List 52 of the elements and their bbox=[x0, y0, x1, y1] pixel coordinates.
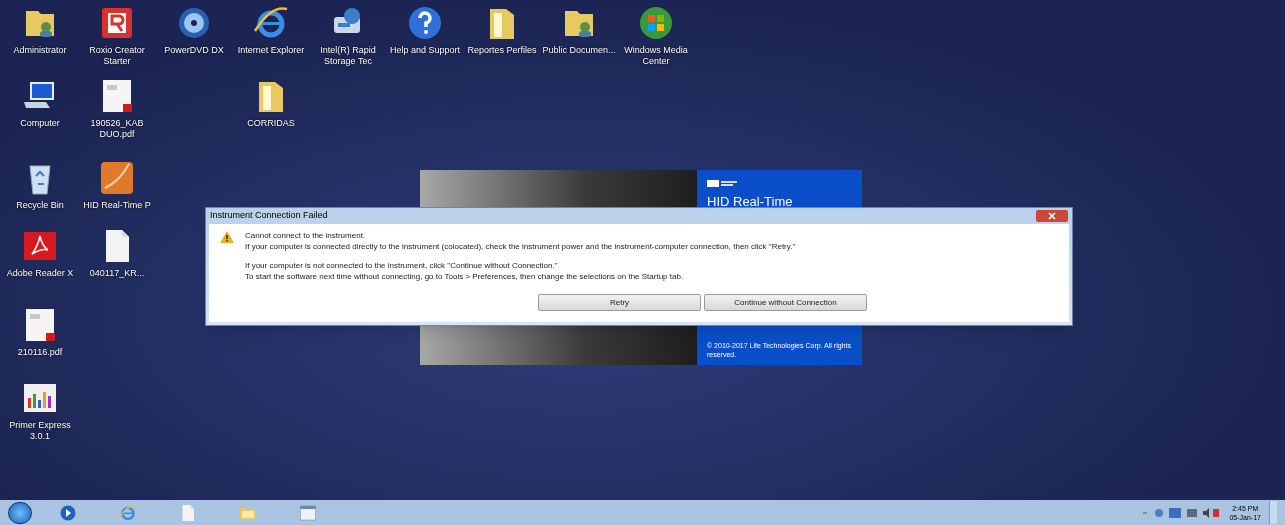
app-window-icon bbox=[298, 502, 318, 523]
desktop-shortcut[interactable]: Reportes Perfiles bbox=[464, 3, 540, 56]
message-line: To start the software next time without connecting, go to Tools > Preferences, then change the selections on the Startup tab. bbox=[245, 271, 685, 282]
desktop-shortcut[interactable]: Computer bbox=[2, 76, 78, 129]
splash-title: HID Real-Time bbox=[707, 193, 794, 211]
shortcut-label: HID Real-Time P bbox=[83, 200, 151, 211]
shortcut-label: Internet Explorer bbox=[237, 45, 305, 56]
desktop-shortcut[interactable]: PowerDVD DX bbox=[156, 3, 232, 56]
desktop-shortcut[interactable]: 190526_KAB DUO.pdf bbox=[79, 76, 155, 140]
close-button[interactable] bbox=[1036, 210, 1068, 222]
desktop-shortcut[interactable]: Internet Explorer bbox=[233, 3, 309, 56]
shortcut-label: Primer Express 3.0.1 bbox=[8, 420, 72, 442]
message-line: If your computer is not connected to the instrument, click "Continue without Connection." bbox=[245, 260, 559, 271]
dialog-title: Instrument Connection Failed bbox=[210, 209, 328, 223]
desktop-shortcut[interactable]: Help and Support bbox=[387, 3, 463, 56]
start-button[interactable] bbox=[8, 501, 32, 524]
desktop-shortcut[interactable]: CORRIDAS bbox=[233, 76, 309, 129]
desktop-shortcut[interactable]: Windows Media Center bbox=[618, 3, 694, 67]
shortcut-label: Administrator bbox=[13, 45, 67, 56]
desktop-shortcut[interactable]: Roxio Creator Starter bbox=[79, 3, 155, 67]
shortcut-label: Adobe Reader X bbox=[6, 268, 74, 279]
shortcut-label: Public Documen... bbox=[542, 45, 616, 56]
desktop-shortcut[interactable]: 040117_KR... bbox=[79, 226, 155, 279]
logo-icon bbox=[707, 178, 737, 188]
desktop-shortcut[interactable]: Intel(R) Rapid Storage Tec bbox=[310, 3, 386, 67]
retry-button[interactable]: Retry bbox=[538, 294, 701, 311]
shortcut-label: PowerDVD DX bbox=[164, 45, 224, 56]
show-desktop-button[interactable] bbox=[1269, 501, 1277, 524]
shortcut-label: Recycle Bin bbox=[16, 200, 64, 211]
shortcut-label: CORRIDAS bbox=[247, 118, 295, 129]
close-icon bbox=[1048, 212, 1056, 220]
error-heading: Cannot connect to the instrument. bbox=[245, 230, 367, 241]
continue-button[interactable]: Continue without Connection bbox=[704, 294, 867, 311]
desktop-shortcut[interactable]: Primer Express 3.0.1 bbox=[2, 378, 78, 442]
message-line: If your computer is connected directly to the instrument (colocated), check the instrument power and the instrument-computer connection, then click "Retry." bbox=[245, 241, 797, 252]
shortcut-label: Help and Support bbox=[389, 45, 461, 56]
warning-icon bbox=[219, 230, 235, 244]
desktop-shortcut[interactable]: Recycle Bin bbox=[2, 158, 78, 211]
desktop-shortcut[interactable]: Public Documen... bbox=[541, 3, 617, 56]
browser-e-icon bbox=[118, 502, 138, 523]
shortcut-label: 190526_KAB DUO.pdf bbox=[89, 118, 145, 140]
desktop-shortcut[interactable]: Adobe Reader X bbox=[2, 226, 78, 279]
desktop-shortcut[interactable]: HID Real-Time P bbox=[79, 158, 155, 211]
shortcut-label: Computer bbox=[20, 118, 60, 129]
shortcut-label: 040117_KR... bbox=[89, 268, 145, 279]
desktop-shortcut[interactable]: 210116.pdf bbox=[2, 305, 78, 358]
desktop-shortcut[interactable]: Administrator bbox=[2, 3, 78, 56]
shortcut-label: Windows Media Center bbox=[623, 45, 689, 67]
shortcut-label: Roxio Creator Starter bbox=[88, 45, 146, 67]
shortcut-label: Reportes Perfiles bbox=[467, 45, 537, 56]
shortcut-label: Intel(R) Rapid Storage Tec bbox=[319, 45, 377, 67]
shortcut-label: 210116.pdf bbox=[17, 347, 63, 358]
